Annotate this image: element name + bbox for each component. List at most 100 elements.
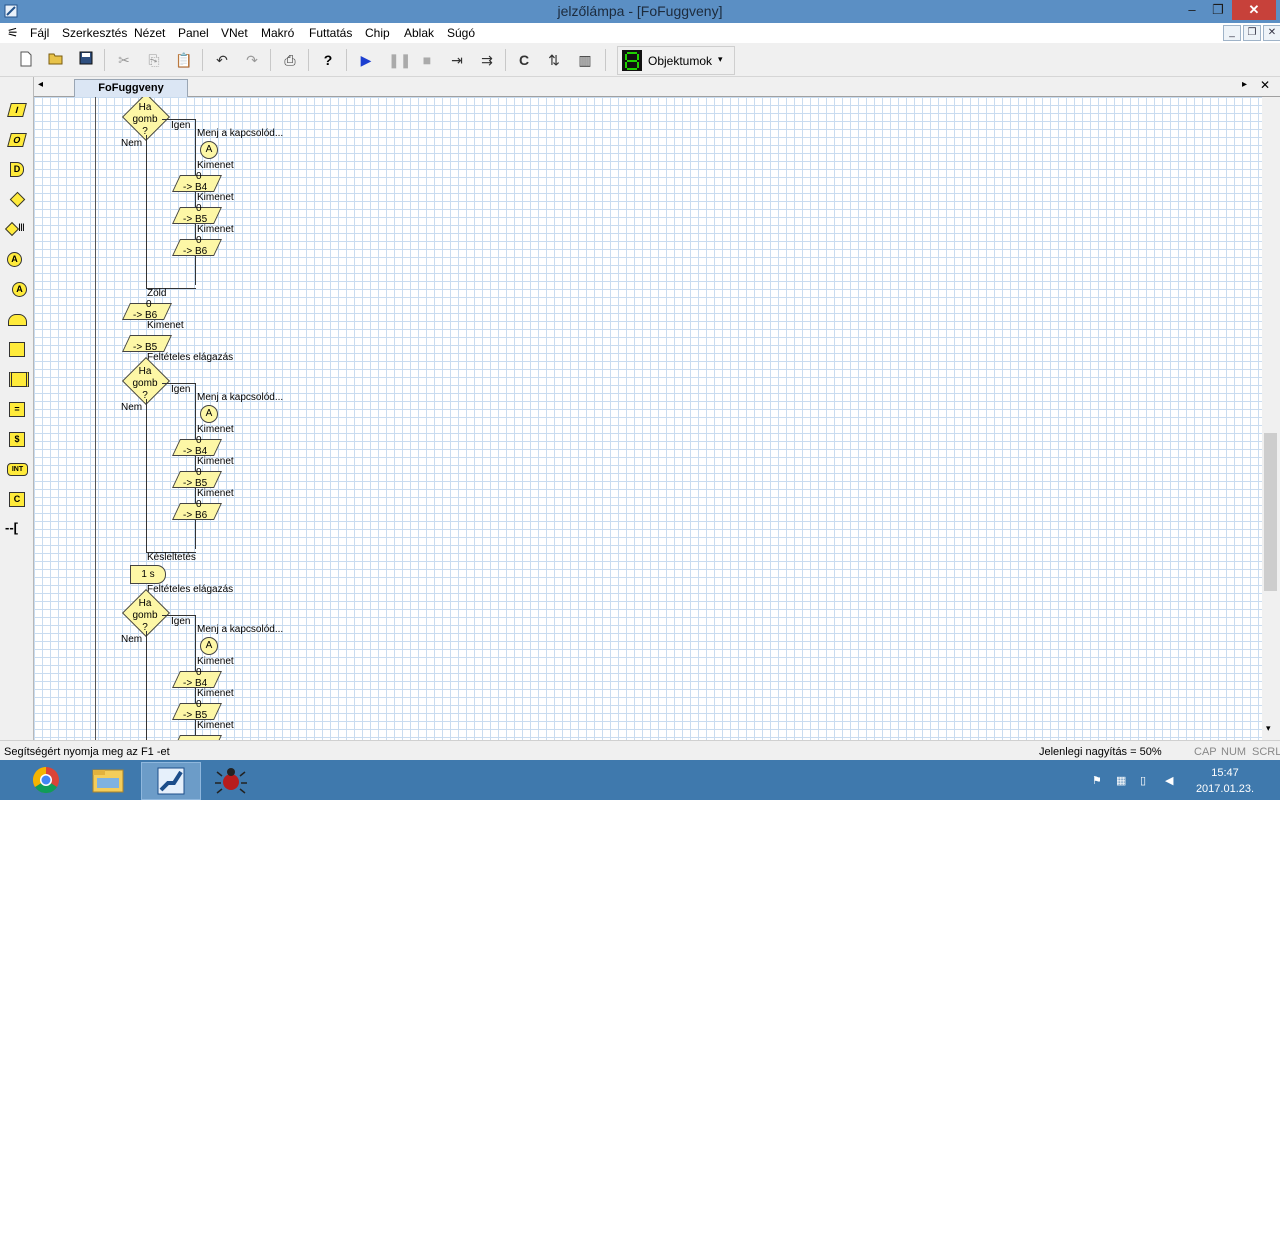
flowchart-canvas[interactable]: Ha gomb? Igen Nem Menj a kapcsolód... A K…: [34, 97, 1262, 740]
decision-text: Ha gomb?: [132, 598, 158, 633]
output-label: Kimenet: [197, 720, 234, 731]
delay-block[interactable]: 1 s: [130, 565, 166, 584]
connection-point-icon[interactable]: A: [7, 252, 27, 268]
delay-icon[interactable]: D: [7, 162, 27, 178]
tab-close-button[interactable]: ✕: [1260, 78, 1270, 92]
component-macro-icon[interactable]: [7, 372, 29, 388]
menu-macro[interactable]: Makró: [261, 26, 294, 40]
scroll-down-icon[interactable]: ▾: [1266, 723, 1271, 734]
c-code-icon[interactable]: C: [515, 51, 533, 69]
copy-icon[interactable]: ⎘: [145, 51, 163, 69]
status-bar: Segítségért nyomja meg az F1 -et Jelenle…: [0, 740, 1280, 761]
flowcode-icon[interactable]: [141, 762, 201, 800]
redo-icon[interactable]: ↷: [243, 51, 261, 69]
open-icon[interactable]: [47, 51, 65, 69]
menu-help[interactable]: Súgó: [447, 26, 475, 40]
battery-icon[interactable]: ▯: [1140, 774, 1154, 787]
goto-label: Menj a kapcsolód...: [197, 624, 284, 635]
menu-view[interactable]: Nézet: [134, 26, 165, 40]
status-help-text: Segítségért nyomja meg az F1 -et: [4, 746, 170, 758]
file-explorer-icon[interactable]: [79, 762, 137, 798]
interrupt-icon[interactable]: INT: [7, 462, 28, 478]
tab-prev-button[interactable]: ◂: [38, 79, 43, 90]
vertical-scrollbar[interactable]: ▾: [1262, 97, 1280, 740]
output-label: Kimenet: [197, 224, 234, 235]
string-icon[interactable]: $: [7, 432, 27, 448]
menu-window[interactable]: Ablak: [404, 26, 434, 40]
macro-icon[interactable]: [7, 342, 27, 358]
goto-connector-icon[interactable]: A: [7, 282, 27, 298]
output-label: Kimenet: [197, 192, 234, 203]
step-into-icon[interactable]: ⇥: [448, 51, 466, 69]
output-label: Kimenet: [197, 160, 234, 171]
maximize-button[interactable]: ❐: [1206, 0, 1230, 20]
delay-label: Késleltetés: [147, 552, 196, 563]
save-icon[interactable]: [77, 51, 95, 69]
new-icon[interactable]: [17, 51, 35, 69]
scrollbar-thumb[interactable]: [1264, 433, 1277, 591]
no-label: Nem: [121, 138, 143, 149]
switch-icon[interactable]: Ⅲ: [4, 221, 27, 238]
decision-icon[interactable]: [7, 191, 27, 208]
mdi-restore-button[interactable]: ❐: [1243, 25, 1261, 41]
print-icon[interactable]: ⎙: [281, 51, 299, 69]
goto-connector[interactable]: A: [200, 141, 218, 159]
system-clock[interactable]: 15:47 2017.01.23.: [1192, 765, 1258, 797]
pause-icon[interactable]: ❚❚: [388, 51, 411, 69]
objects-dropdown[interactable]: Objektumok ▾: [617, 46, 735, 75]
menu-panel[interactable]: Panel: [178, 26, 209, 40]
document-tab-strip: ◂ FoFuggveny ▸ ✕: [34, 77, 1280, 97]
menu-run[interactable]: Futtatás: [309, 26, 352, 40]
output-icon[interactable]: O: [7, 132, 27, 148]
step-over-icon[interactable]: ⇉: [478, 51, 496, 69]
goto-connector[interactable]: A: [200, 405, 218, 423]
help-icon[interactable]: ?: [319, 51, 337, 69]
menu-chip[interactable]: Chip: [365, 26, 390, 40]
close-button[interactable]: ✕: [1232, 0, 1276, 20]
output-label: Kimenet: [197, 456, 234, 467]
seven-segment-icon: [622, 50, 642, 71]
clock-date: 2017.01.23.: [1195, 783, 1255, 795]
loop-icon[interactable]: [7, 312, 27, 328]
cut-icon[interactable]: ✂: [115, 51, 133, 69]
volume-icon[interactable]: ◀: [1165, 774, 1179, 787]
network-icon[interactable]: ▦: [1116, 774, 1130, 787]
branch-label: Feltételes elágazás: [147, 352, 234, 363]
menu-bar: ⚟ Fájl Szerkesztés Nézet Panel VNet Makr…: [0, 23, 1280, 43]
menu-edit[interactable]: Szerkesztés: [62, 26, 127, 40]
action-center-icon[interactable]: ⚑: [1092, 774, 1106, 787]
toolbar: ✂ ⎘ 📋 ↶ ↷ ⎙ ? ▶ ❚❚ ■ ⇥ ⇉ C ⇅ ▥ Objektumo…: [0, 43, 1280, 77]
num-indicator: NUM: [1221, 746, 1247, 758]
mdi-minimize-button[interactable]: _: [1223, 25, 1241, 41]
debugger-icon[interactable]: [202, 762, 260, 798]
undo-icon[interactable]: ↶: [213, 51, 231, 69]
run-icon[interactable]: ▶: [357, 51, 375, 69]
compile-icon[interactable]: ⇅: [545, 51, 563, 69]
tab-fofuggveny[interactable]: FoFuggveny: [74, 79, 188, 97]
component-palette: I O D Ⅲ A A = $ INT C --[: [0, 77, 34, 740]
yes-label: Igen: [171, 616, 191, 627]
stop-icon[interactable]: ■: [418, 51, 436, 69]
decision-text: Ha gomb?: [132, 102, 158, 137]
menu-file[interactable]: Fájl: [30, 26, 49, 40]
paste-icon[interactable]: 📋: [175, 51, 193, 69]
minimize-button[interactable]: –: [1180, 0, 1204, 20]
clock-time: 15:47: [1211, 767, 1239, 779]
objects-label: Objektumok: [648, 54, 713, 68]
yes-label: Igen: [171, 120, 191, 131]
menu-vnet[interactable]: VNet: [221, 26, 248, 40]
mdi-close-button[interactable]: ✕: [1263, 25, 1280, 41]
chrome-icon[interactable]: [17, 762, 75, 798]
c-code-block-icon[interactable]: C: [7, 492, 27, 508]
title-bar: jelzőlámpa - [FoFuggveny] – ❐ ✕: [0, 0, 1280, 23]
comment-icon[interactable]: --[: [5, 520, 27, 538]
zoom-level: Jelenlegi nagyítás = 50%: [1039, 746, 1162, 758]
calculation-icon[interactable]: =: [7, 402, 27, 418]
zold-label: Zöld: [147, 288, 167, 299]
chip-icon[interactable]: ▥: [576, 51, 594, 69]
input-icon[interactable]: I: [7, 102, 27, 118]
system-menu-icon[interactable]: ⚟: [7, 25, 19, 41]
goto-connector[interactable]: A: [200, 637, 218, 655]
branch-label: Feltételes elágazás: [147, 584, 234, 595]
tab-next-button[interactable]: ▸: [1242, 79, 1247, 90]
